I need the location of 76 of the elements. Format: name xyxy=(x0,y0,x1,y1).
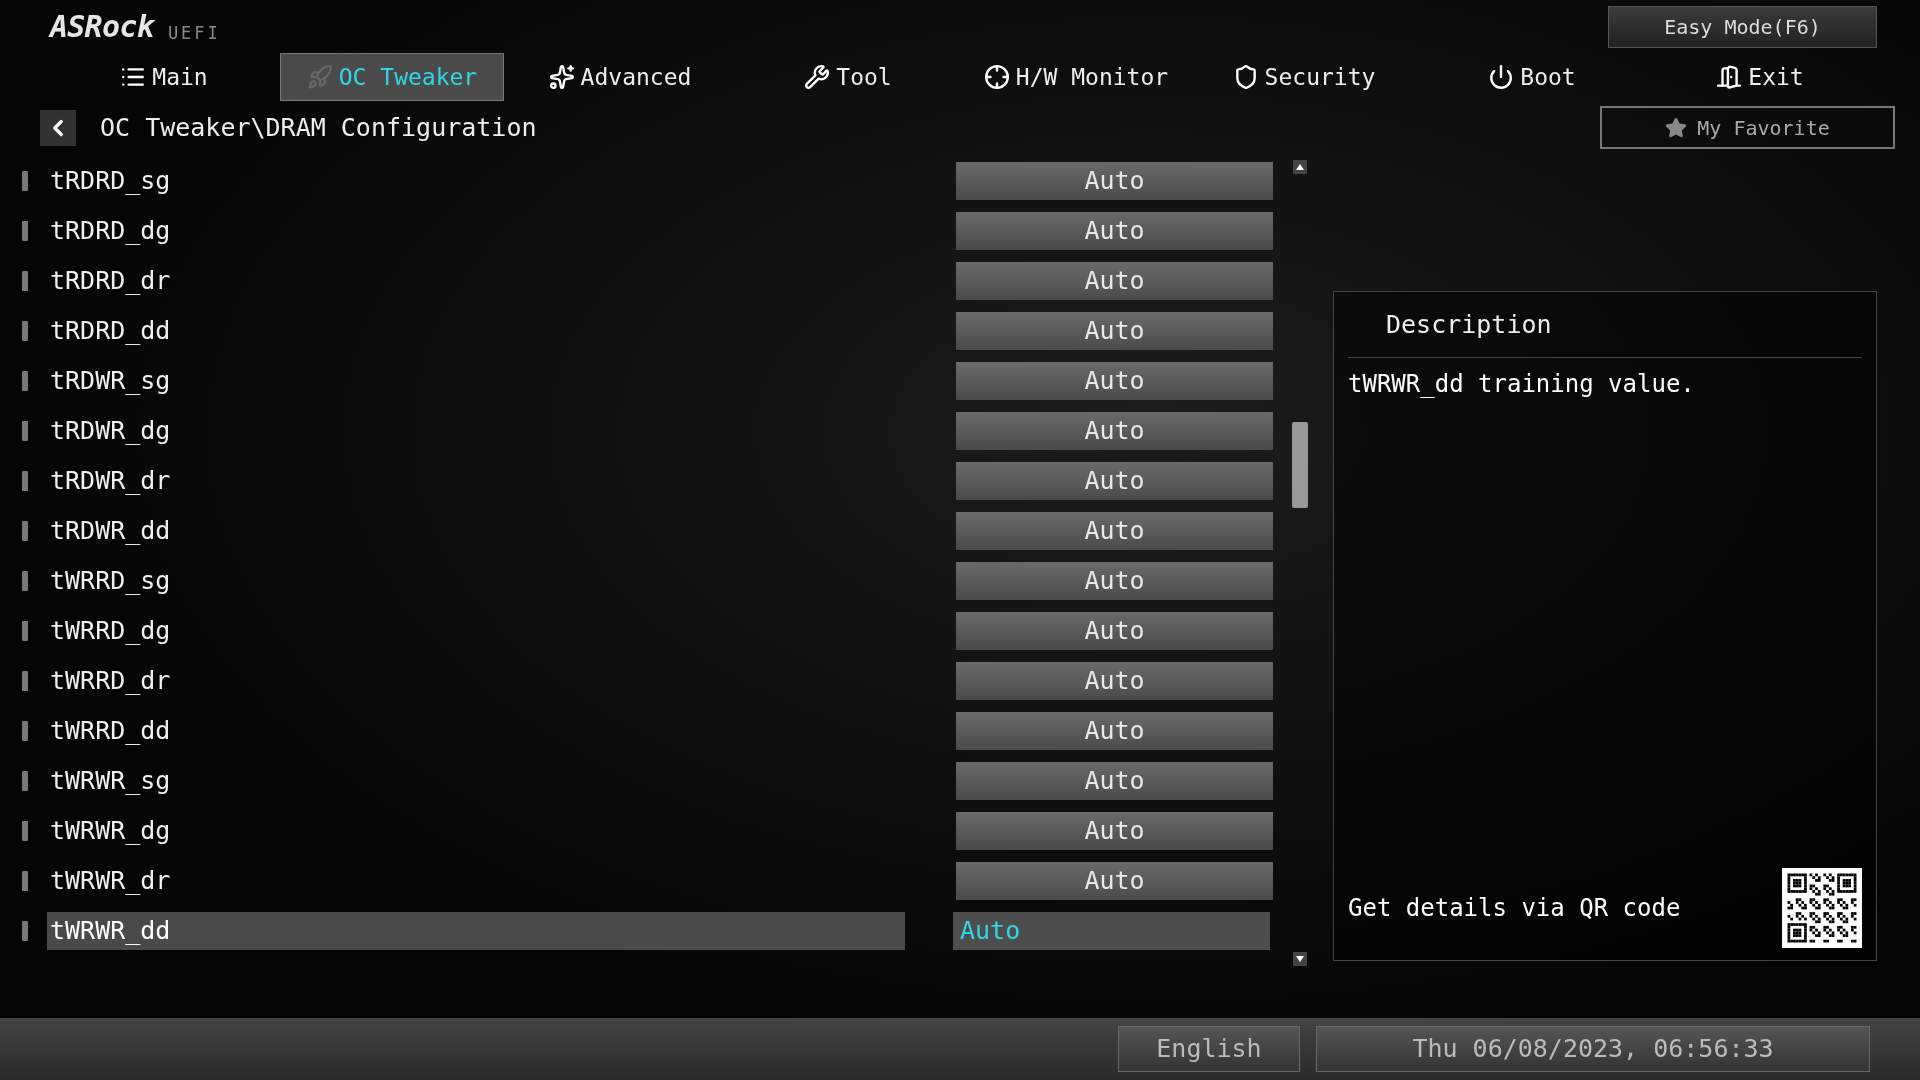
easy-mode-button[interactable]: Easy Mode(F6) xyxy=(1608,6,1877,48)
setting-label[interactable]: tWRRD_dd xyxy=(50,712,908,750)
value-field[interactable]: Auto xyxy=(956,462,1273,500)
scrollbar-thumb[interactable] xyxy=(1292,422,1308,508)
value-field[interactable]: Auto xyxy=(956,712,1273,750)
setting-label[interactable]: tWRWR_dr xyxy=(50,862,908,900)
row-marker xyxy=(22,571,28,591)
value-field[interactable]: Auto xyxy=(956,762,1273,800)
star-icon xyxy=(1665,116,1688,139)
row-marker xyxy=(22,321,28,341)
setting-label[interactable]: tWRWR_sg xyxy=(50,762,908,800)
nav-tab[interactable]: H/W Monitor xyxy=(975,53,1177,101)
value-field[interactable]: Auto xyxy=(956,262,1273,300)
nav-tab[interactable]: Security xyxy=(1224,53,1384,101)
value-field[interactable]: Auto xyxy=(956,662,1273,700)
value-field[interactable]: Auto xyxy=(956,312,1273,350)
setting-label[interactable]: tRDRD_sg xyxy=(50,162,908,200)
scroll-down-icon[interactable] xyxy=(1293,952,1307,966)
value-field[interactable]: Auto xyxy=(956,212,1273,250)
setting-label[interactable]: tWRRD_dr xyxy=(50,662,908,700)
date-time: Thu 06/08/2023, 06:56:33 xyxy=(1316,1026,1870,1072)
value-field[interactable]: Auto xyxy=(956,612,1273,650)
description-text: tWRWR_dd training value. xyxy=(1348,369,1696,400)
row-marker xyxy=(22,421,28,441)
door-icon xyxy=(1716,64,1743,90)
row-marker xyxy=(22,921,28,941)
value-field[interactable]: Auto xyxy=(956,162,1273,200)
value-field[interactable]: Auto xyxy=(956,862,1273,900)
nav-tab[interactable]: Advanced xyxy=(540,53,700,101)
setting-label[interactable]: tRDRD_dr xyxy=(50,262,908,300)
nav-tab[interactable]: Main xyxy=(112,53,216,101)
my-favorite-button[interactable]: My Favorite xyxy=(1600,106,1895,149)
row-marker xyxy=(22,371,28,391)
qr-caption: Get details via QR code xyxy=(1348,893,1681,924)
value-field[interactable]: Auto xyxy=(956,362,1273,400)
row-marker xyxy=(22,171,28,191)
description-title: Description xyxy=(1386,308,1552,341)
setting-label[interactable]: tRDRD_dd xyxy=(50,312,908,350)
nav-tab[interactable]: Tool xyxy=(796,53,900,101)
value-field[interactable]: Auto xyxy=(956,512,1273,550)
setting-label[interactable]: tWRRD_sg xyxy=(50,562,908,600)
wrench-icon xyxy=(804,64,831,90)
logo: ASRock UEFI xyxy=(50,12,221,42)
value-field[interactable]: Auto xyxy=(956,812,1273,850)
setting-label[interactable]: tWRWR_dg xyxy=(50,812,908,850)
row-marker xyxy=(22,271,28,291)
row-marker xyxy=(22,521,28,541)
crosshair-icon xyxy=(983,64,1010,90)
row-marker xyxy=(22,821,28,841)
nav-tab[interactable]: Boot xyxy=(1480,53,1584,101)
value-field[interactable]: Auto xyxy=(956,562,1273,600)
setting-label[interactable]: tRDWR_dg xyxy=(50,412,908,450)
row-marker xyxy=(22,621,28,641)
setting-label[interactable]: tRDWR_dd xyxy=(50,512,908,550)
row-marker xyxy=(22,771,28,791)
back-button[interactable] xyxy=(40,110,76,146)
setting-label[interactable]: tRDRD_dg xyxy=(50,212,908,250)
scroll-up-icon[interactable] xyxy=(1293,160,1307,174)
setting-label[interactable]: tWRWR_dd xyxy=(47,912,905,950)
nav-tab[interactable]: OC Tweaker xyxy=(280,53,504,101)
setting-label[interactable]: tRDWR_sg xyxy=(50,362,908,400)
value-field[interactable]: Auto xyxy=(953,912,1270,950)
power-icon xyxy=(1488,64,1515,90)
row-marker xyxy=(22,671,28,691)
setting-label[interactable]: tRDWR_dr xyxy=(50,462,908,500)
rocket-icon xyxy=(306,64,333,90)
row-marker xyxy=(22,721,28,741)
value-field[interactable]: Auto xyxy=(956,412,1273,450)
row-marker xyxy=(22,871,28,891)
nav-tab[interactable]: Exit xyxy=(1708,53,1812,101)
language-button[interactable]: English xyxy=(1118,1026,1300,1072)
row-marker xyxy=(22,471,28,491)
sparkle-icon xyxy=(548,64,575,90)
row-marker xyxy=(22,221,28,241)
setting-label[interactable]: tWRRD_dg xyxy=(50,612,908,650)
breadcrumb: OC Tweaker\DRAM Configuration xyxy=(100,112,537,145)
